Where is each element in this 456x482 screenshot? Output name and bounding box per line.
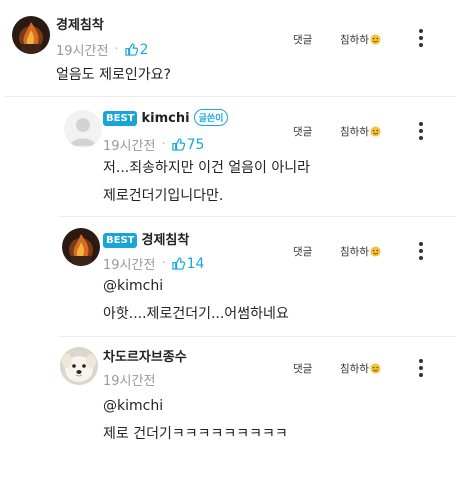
comment-text: 저...죄송하지만 이건 얼음이 아니라 제로건더기입니다만. <box>103 156 310 209</box>
more-vertical-icon[interactable] <box>418 359 424 379</box>
comment-4: 차도르자브종수 19시간전 @kimchi 제로 건더기ㅋㅋㅋㅋㅋㅋㅋㅋㅋ 댓글… <box>0 336 456 482</box>
more-vertical-icon[interactable] <box>418 122 424 142</box>
like-button[interactable]: 75 <box>171 136 205 153</box>
comment-3: BEST 경제침착 19시간전 · 14 @kimchi 아핫....제로건더기.… <box>0 216 456 336</box>
meta-separator: · <box>161 256 166 271</box>
comment-author-line: BEST 경제침착 <box>103 229 189 248</box>
comment-line: 제로건더기입니다만. <box>103 188 224 204</box>
reply-button[interactable]: 댓글 <box>293 124 312 139</box>
thumbs-up-icon <box>171 138 185 151</box>
reply-button[interactable]: 댓글 <box>293 32 312 47</box>
thumbs-up-icon <box>124 43 138 56</box>
smile-emoji-icon <box>370 126 381 137</box>
comment-meta: 19시간전 · 14 <box>103 254 205 274</box>
best-badge: BEST <box>103 111 138 126</box>
comment-line: 제로 건더기ㅋㅋㅋㅋㅋㅋㅋㅋㅋ <box>103 426 288 442</box>
like-button[interactable]: 2 <box>124 41 149 58</box>
mention-link[interactable]: @kimchi <box>103 394 288 419</box>
more-vertical-icon[interactable] <box>418 242 424 262</box>
reply-button[interactable]: 댓글 <box>293 361 312 376</box>
comment-author[interactable]: 경제침착 <box>141 233 189 248</box>
thumbs-up-icon <box>171 257 185 270</box>
react-label: 침하하 <box>340 363 369 375</box>
comment-meta: 19시간전 · 75 <box>103 135 205 155</box>
comment-line: 얼음도 제로인가요? <box>56 67 171 83</box>
fire-avatar-icon[interactable] <box>62 228 100 266</box>
default-user-icon[interactable] <box>64 110 102 148</box>
comment-text: 얼음도 제로인가요? <box>56 63 171 88</box>
react-label: 침하하 <box>340 246 369 258</box>
comment-author-line: BEST kimchi 글쓴이 <box>103 109 229 126</box>
comment-text: @kimchi 아핫....제로건더기...어썸하네요 <box>103 274 289 327</box>
comment-line: 아핫....제로건더기...어썸하네요 <box>103 306 289 322</box>
smile-emoji-icon <box>370 246 381 257</box>
more-vertical-icon[interactable] <box>418 29 424 49</box>
comment-2: BEST kimchi 글쓴이 19시간전 · 75 저...죄송하지만 이건 얼음… <box>0 96 456 216</box>
smile-emoji-icon <box>370 34 381 45</box>
like-count: 2 <box>139 41 149 58</box>
react-label: 침하하 <box>340 126 369 138</box>
react-button[interactable]: 침하하 <box>340 361 381 376</box>
comment-author[interactable]: kimchi <box>141 111 189 126</box>
react-button[interactable]: 침하하 <box>340 124 381 139</box>
comment-author[interactable]: 경제침착 <box>56 14 104 33</box>
meta-separator: · <box>114 42 119 57</box>
react-label: 침하하 <box>340 34 369 46</box>
comment-meta: 19시간전 · 2 <box>56 40 149 60</box>
mention-link[interactable]: @kimchi <box>103 274 289 299</box>
comment-line: 저...죄송하지만 이건 얼음이 아니라 <box>103 160 311 176</box>
like-count: 14 <box>186 255 205 272</box>
comment-author[interactable]: 차도르자브종수 <box>103 346 187 365</box>
comment-time: 19시간전 <box>103 374 156 389</box>
reply-button[interactable]: 댓글 <box>293 244 312 259</box>
comment-1: 경제침착 19시간전 · 2 얼음도 제로인가요? 댓글 침하하 <box>0 0 456 96</box>
meta-separator: · <box>161 137 166 152</box>
comment-time: 19시간전 <box>103 139 156 154</box>
react-button[interactable]: 침하하 <box>340 244 381 259</box>
comment-text: @kimchi 제로 건더기ㅋㅋㅋㅋㅋㅋㅋㅋㅋ <box>103 394 288 447</box>
react-button[interactable]: 침하하 <box>340 32 381 47</box>
like-count: 75 <box>186 136 205 153</box>
dog-avatar-icon[interactable] <box>60 347 98 385</box>
fire-avatar-icon[interactable] <box>12 16 50 54</box>
smile-emoji-icon <box>370 363 381 374</box>
comment-time: 19시간전 <box>56 44 109 59</box>
comment-time: 19시간전 <box>103 258 156 273</box>
author-badge: 글쓴이 <box>193 109 229 126</box>
like-button[interactable]: 14 <box>171 255 205 272</box>
comment-meta: 19시간전 <box>103 370 155 389</box>
best-badge: BEST <box>103 233 138 248</box>
